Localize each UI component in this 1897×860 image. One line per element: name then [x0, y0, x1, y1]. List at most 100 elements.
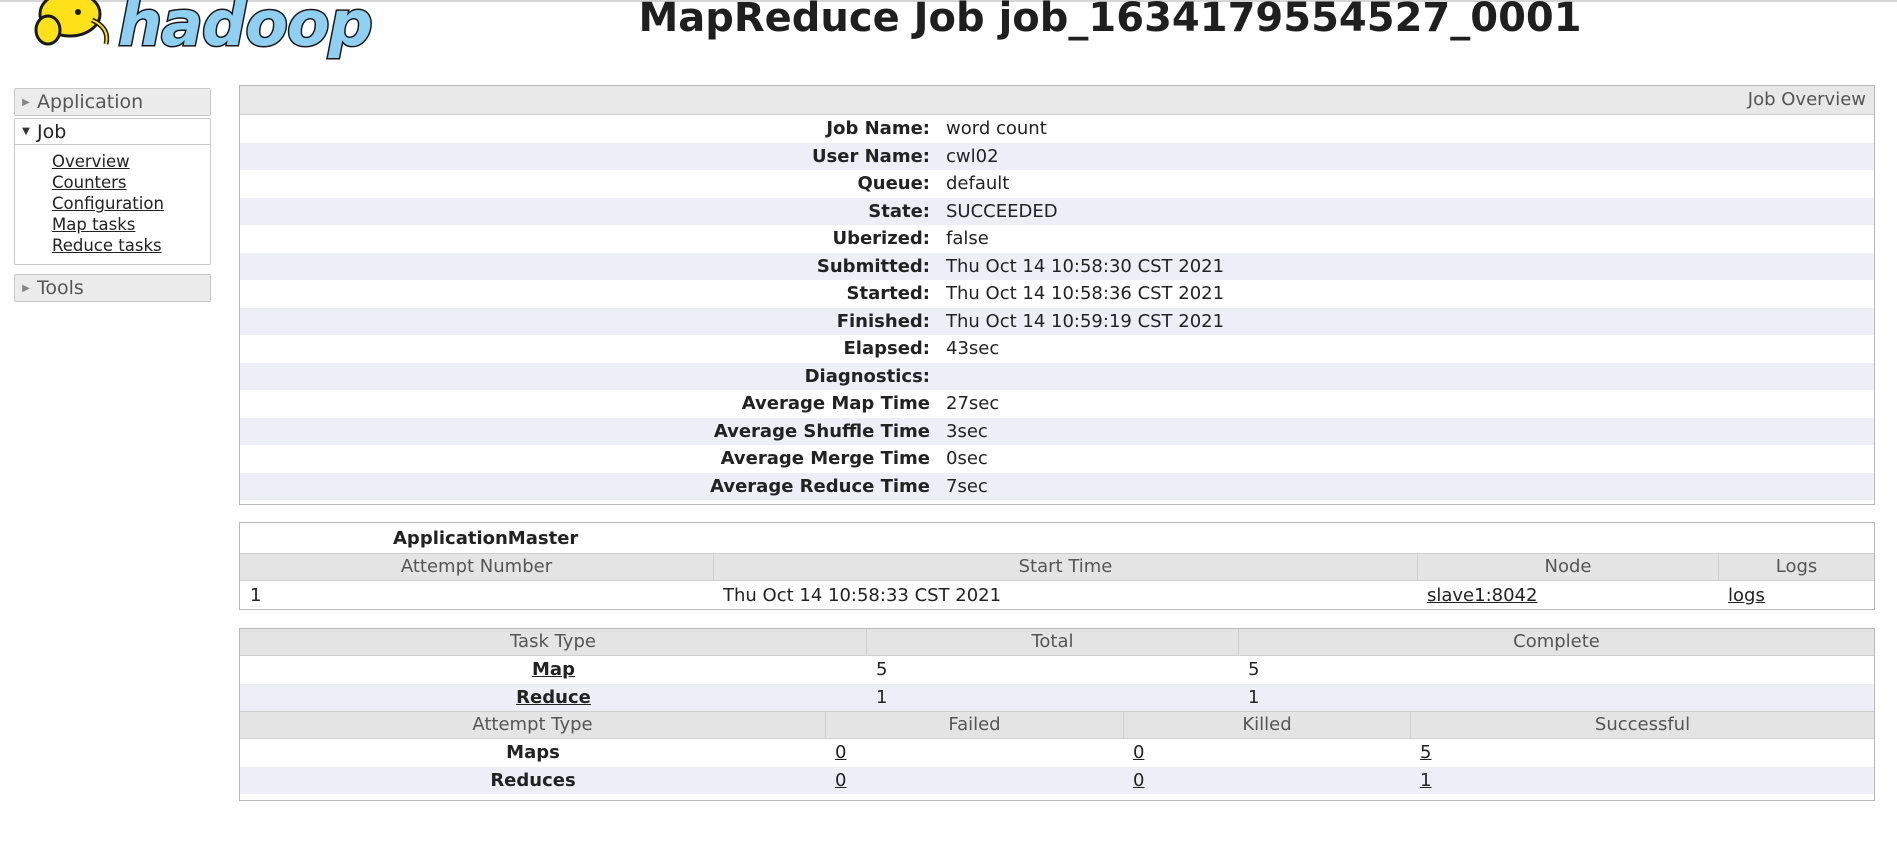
attempt-number: 1	[250, 584, 262, 606]
overview-value: cwl02	[946, 145, 999, 167]
column-header: Total	[867, 629, 1239, 655]
table-row: 1 Thu Oct 14 10:58:33 CST 2021 slave1:80…	[240, 581, 1874, 609]
overview-value: SUCCEEDED	[946, 200, 1058, 222]
overview-key: Average Map Time	[741, 393, 930, 415]
table-row: Reduces 0 0 1	[240, 766, 1874, 794]
overview-row: Average Shuffle Time 3sec	[240, 417, 1874, 445]
reduces-failed-link[interactable]: 0	[835, 770, 846, 791]
overview-value: word count	[946, 118, 1047, 140]
overview-row: Job Name: word count	[240, 115, 1874, 143]
overview-key: Diagnostics:	[804, 365, 930, 387]
column-header: Node	[1418, 554, 1719, 580]
overview-value: 0sec	[946, 448, 988, 470]
overview-row: Started: Thu Oct 14 10:58:36 CST 2021	[240, 280, 1874, 308]
overview-key: Started:	[846, 283, 931, 305]
map-task-link[interactable]: Map	[532, 659, 575, 680]
sidebar-section-job: ▼ Job Overview Counters Configuration Ma…	[14, 118, 211, 265]
sidebar-link-map-tasks[interactable]: Map tasks	[52, 214, 210, 235]
maps-failed-link[interactable]: 0	[835, 742, 846, 763]
overview-key: Submitted:	[816, 255, 930, 277]
maps-killed-link[interactable]: 0	[1133, 742, 1144, 763]
overview-key: User Name:	[811, 145, 930, 167]
sidebar-link-counters[interactable]: Counters	[52, 172, 210, 193]
hadoop-logo[interactable]: hadoop	[20, 0, 392, 60]
table-row: Maps 0 0 5	[240, 739, 1874, 767]
overview-row: Diagnostics:	[240, 362, 1874, 390]
sidebar-link-configuration[interactable]: Configuration	[52, 193, 210, 214]
column-header: Attempt Type	[240, 712, 826, 738]
overview-value: Thu Oct 14 10:58:30 CST 2021	[946, 255, 1225, 277]
sidebar-link-reduce-tasks[interactable]: Reduce tasks	[52, 235, 210, 256]
overview-value: 7sec	[946, 475, 988, 497]
sidebar-tools-header[interactable]: ▶ Tools	[15, 275, 210, 301]
overview-key: Job Name:	[826, 118, 930, 140]
task-complete: 5	[1248, 659, 1260, 681]
overview-value: false	[946, 228, 989, 250]
triangle-down-icon: ▼	[22, 126, 30, 137]
column-header: Complete	[1513, 631, 1600, 652]
overview-row: Average Reduce Time 7sec	[240, 472, 1874, 500]
sidebar-section-tools[interactable]: ▶ Tools	[14, 274, 211, 302]
job-overview-table: Job Overview Job Name: word count User Na…	[239, 85, 1875, 505]
attempt-type-header: Attempt Type Failed Killed Successful	[240, 711, 1874, 739]
overview-key: Queue:	[857, 173, 930, 195]
overview-row: Uberized: false	[240, 225, 1874, 253]
start-time: Thu Oct 14 10:58:33 CST 2021	[723, 584, 1002, 606]
column-header: Successful	[1594, 714, 1691, 735]
overview-row: Queue: default	[240, 170, 1874, 198]
task-total: 1	[876, 686, 888, 708]
task-total: 5	[876, 659, 888, 681]
overview-value: Thu Oct 14 10:59:19 CST 2021	[946, 310, 1225, 332]
sidebar-section-application[interactable]: ▶ Application	[14, 88, 211, 116]
overview-key: Elapsed:	[843, 338, 930, 360]
overview-key: Average Shuffle Time	[713, 420, 930, 442]
application-master-table: ApplicationMaster Attempt Number Start T…	[239, 522, 1875, 610]
sidebar-application-header[interactable]: ▶ Application	[15, 89, 210, 115]
sidebar-job-links: Overview Counters Configuration Map task…	[15, 145, 210, 264]
overview-value: default	[946, 173, 1010, 195]
overview-key: Average Reduce Time	[710, 475, 930, 497]
overview-key: Average Merge Time	[720, 448, 930, 470]
overview-value: 3sec	[946, 420, 988, 442]
reduce-task-link[interactable]: Reduce	[516, 687, 591, 708]
overview-value: 43sec	[946, 338, 1000, 360]
overview-key: State:	[868, 200, 930, 222]
overview-value: Thu Oct 14 10:58:36 CST 2021	[946, 283, 1225, 305]
table-row: Map 5 5	[240, 656, 1874, 684]
table-row: Reduce 1 1	[240, 683, 1874, 711]
task-complete: 1	[1248, 686, 1260, 708]
sidebar-job-header[interactable]: ▼ Job	[15, 119, 210, 145]
column-header: Killed	[1124, 712, 1411, 738]
overview-row: Average Merge Time 0sec	[240, 445, 1874, 473]
node-link[interactable]: slave1:8042	[1427, 585, 1537, 606]
sidebar-link-overview[interactable]: Overview	[52, 151, 210, 172]
task-summary-table: Task Type Total Complete Map 5 5 Reduce …	[239, 628, 1875, 801]
overview-value: 27sec	[946, 393, 1000, 415]
triangle-right-icon: ▶	[22, 282, 30, 294]
reduces-successful-link[interactable]: 1	[1420, 770, 1431, 791]
triangle-right-icon: ▶	[22, 96, 30, 108]
overview-row: Finished: Thu Oct 14 10:59:19 CST 2021	[240, 307, 1874, 335]
sidebar-application-label: Application	[37, 91, 144, 113]
job-overview-caption: Job Overview	[240, 86, 1874, 115]
overview-key: Uberized:	[832, 228, 930, 250]
column-header: Task Type	[240, 629, 867, 655]
logs-link[interactable]: logs	[1728, 585, 1765, 606]
task-type-header: Task Type Total Complete	[240, 629, 1874, 656]
reduces-killed-link[interactable]: 0	[1133, 770, 1144, 791]
application-master-title: ApplicationMaster	[393, 528, 579, 549]
overview-row: Submitted: Thu Oct 14 10:58:30 CST 2021	[240, 252, 1874, 280]
sidebar-job-label: Job	[37, 120, 67, 143]
logo-text: hadoop	[118, 0, 372, 60]
attempt-type: Reduces	[490, 769, 576, 791]
maps-successful-link[interactable]: 5	[1420, 742, 1431, 763]
overview-row: Elapsed: 43sec	[240, 335, 1874, 363]
column-header: Start Time	[714, 554, 1418, 580]
column-header: Attempt Number	[240, 554, 714, 580]
overview-row: User Name: cwl02	[240, 142, 1874, 170]
application-master-header: Attempt Number Start Time Node Logs	[240, 553, 1874, 581]
column-header: Logs	[1775, 556, 1818, 577]
column-header: Failed	[826, 712, 1124, 738]
overview-row: State: SUCCEEDED	[240, 197, 1874, 225]
elephant-icon	[34, 0, 110, 46]
